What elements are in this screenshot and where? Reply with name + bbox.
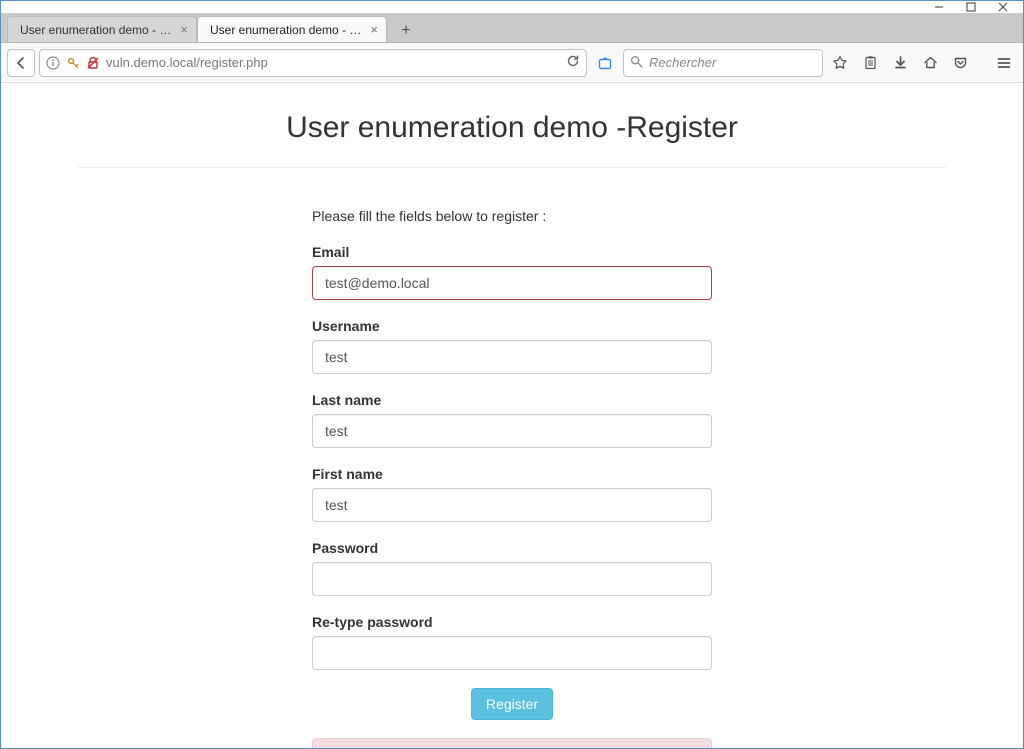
password2-label: Re-type password <box>312 614 712 630</box>
username-field[interactable] <box>312 340 712 374</box>
lastname-field[interactable] <box>312 414 712 448</box>
tab-title: User enumeration demo - Regist <box>210 23 364 37</box>
divider <box>77 167 947 168</box>
tab-close-icon[interactable]: × <box>370 23 378 36</box>
username-label: Username <box>312 318 712 334</box>
error-alert: Email address already exists. <box>312 738 712 748</box>
new-tab-button[interactable]: + <box>393 20 419 42</box>
firstname-field[interactable] <box>312 488 712 522</box>
password-field[interactable] <box>312 562 712 596</box>
lastname-label: Last name <box>312 392 712 408</box>
url-text: vuln.demo.local/register.php <box>106 55 560 70</box>
clipboard-icon[interactable] <box>857 50 883 76</box>
url-bar[interactable]: vuln.demo.local/register.php <box>39 49 587 77</box>
search-icon <box>630 55 643 71</box>
pocket-icon[interactable] <box>947 50 973 76</box>
search-placeholder: Rechercher <box>649 55 716 70</box>
browser-window: User enumeration demo - Reset × User enu… <box>0 0 1024 749</box>
extension-icon[interactable] <box>591 49 619 77</box>
tab-register[interactable]: User enumeration demo - Regist × <box>197 16 387 42</box>
form-group-username: Username <box>312 318 712 374</box>
password-label: Password <box>312 540 712 556</box>
identity-info-icon[interactable] <box>46 56 60 70</box>
downloads-icon[interactable] <box>887 50 913 76</box>
page-content: User enumeration demo -Register Please f… <box>1 83 1023 748</box>
navigation-toolbar: vuln.demo.local/register.php Rechercher <box>1 43 1023 83</box>
search-bar[interactable]: Rechercher <box>623 49 823 77</box>
close-window-button[interactable] <box>987 1 1019 13</box>
key-icon[interactable] <box>66 56 80 70</box>
tab-title: User enumeration demo - Reset <box>20 23 174 37</box>
hamburger-menu-icon[interactable] <box>991 50 1017 76</box>
tab-reset[interactable]: User enumeration demo - Reset × <box>7 16 197 42</box>
firstname-label: First name <box>312 466 712 482</box>
home-icon[interactable] <box>917 50 943 76</box>
register-form: Please fill the fields below to register… <box>312 208 712 748</box>
form-group-email: Email <box>312 244 712 300</box>
form-group-password2: Re-type password <box>312 614 712 670</box>
minimize-button[interactable] <box>923 1 955 13</box>
window-titlebar <box>1 1 1023 13</box>
maximize-button[interactable] <box>955 1 987 13</box>
form-group-lastname: Last name <box>312 392 712 448</box>
submit-row: Register <box>312 688 712 720</box>
tab-strip: User enumeration demo - Reset × User enu… <box>1 13 1023 43</box>
reload-icon[interactable] <box>566 54 580 71</box>
register-button[interactable]: Register <box>471 688 553 720</box>
password2-field[interactable] <box>312 636 712 670</box>
tab-close-icon[interactable]: × <box>180 23 188 36</box>
email-label: Email <box>312 244 712 260</box>
bookmark-star-icon[interactable] <box>827 50 853 76</box>
email-field[interactable] <box>312 266 712 300</box>
security-warning-icon[interactable] <box>86 56 100 70</box>
back-button[interactable] <box>7 49 35 77</box>
form-group-password: Password <box>312 540 712 596</box>
page-title: User enumeration demo -Register <box>286 111 738 145</box>
form-intro: Please fill the fields below to register… <box>312 208 712 224</box>
form-group-firstname: First name <box>312 466 712 522</box>
